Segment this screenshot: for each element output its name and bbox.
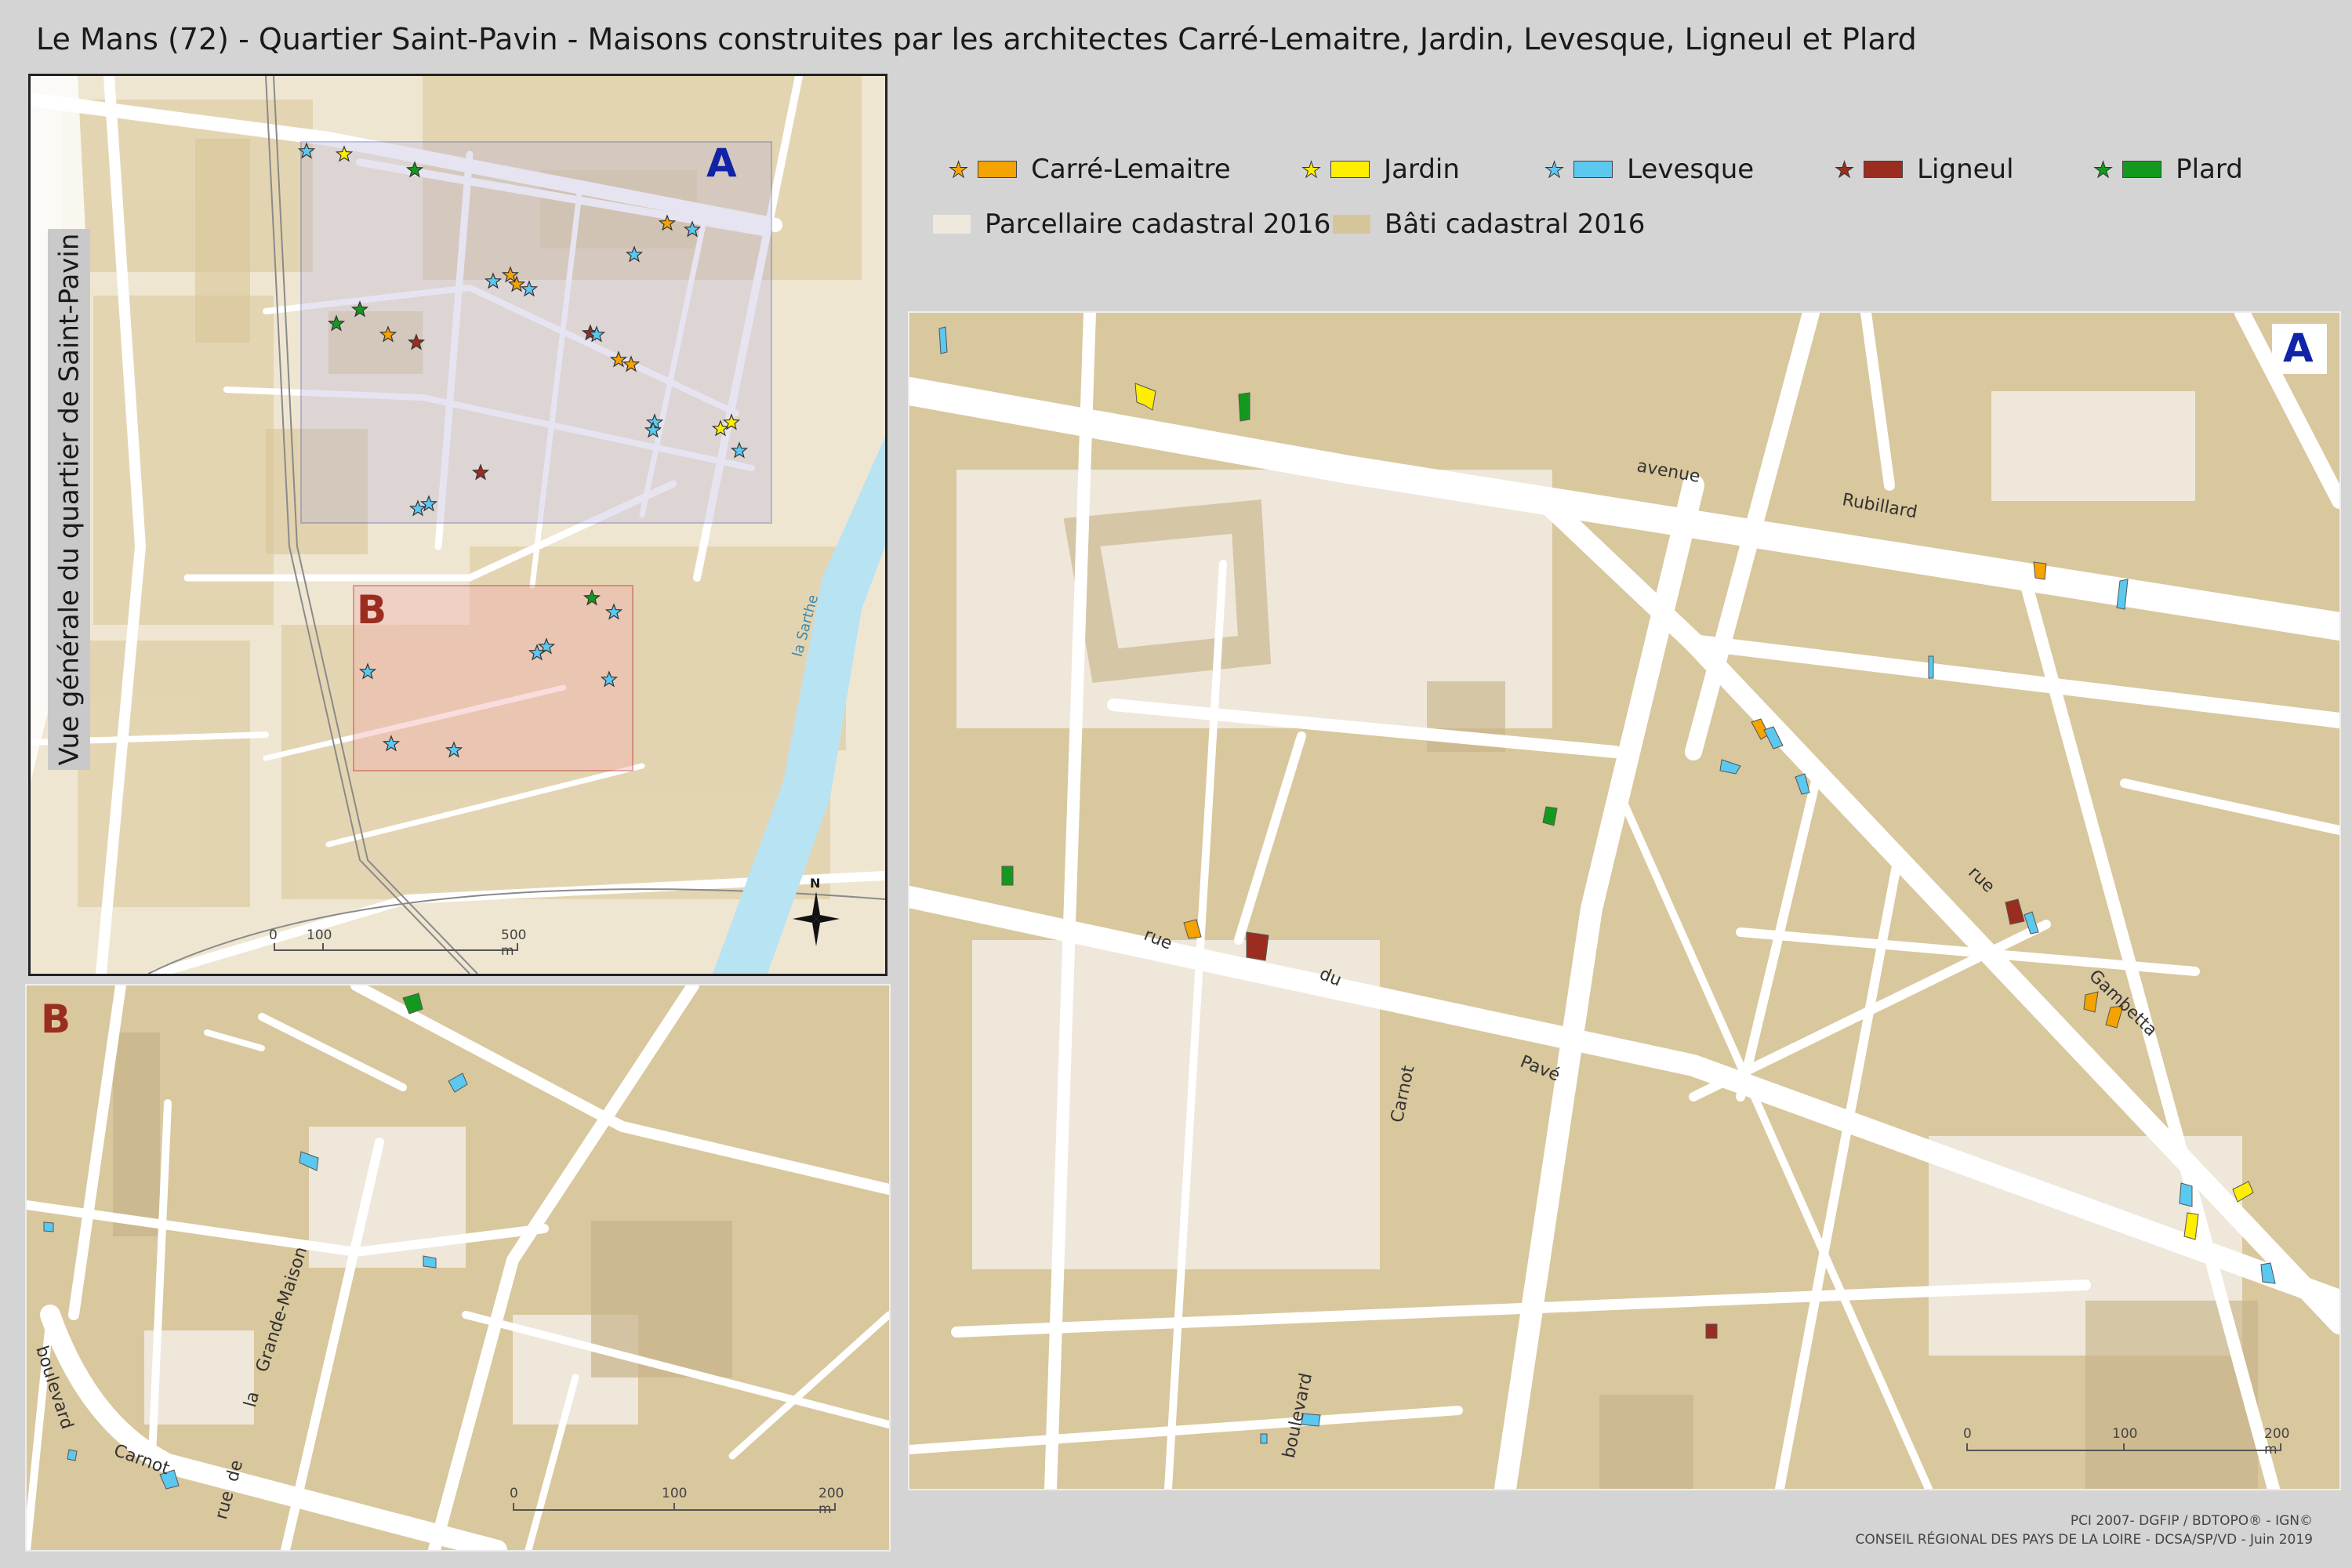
panel-a-scale-0: 0 [1963, 1426, 1972, 1442]
star-icon: ★ [2092, 156, 2114, 183]
panel-b-scale-0: 0 [510, 1486, 518, 1501]
overview-scale-100: 100 [307, 927, 332, 943]
legend-swatch [933, 215, 971, 234]
detail-map-b: B boulevard Carnot rue de la Grande-Mais… [25, 984, 891, 1552]
overview-vertical-label: Vue générale du quartier de Saint-Pavin [48, 229, 90, 770]
north-label: N [810, 876, 821, 891]
legend-swatch [978, 161, 1018, 178]
panel-a-scale-100: 100 [2112, 1426, 2138, 1442]
star-icon: ★ [1301, 156, 1322, 183]
legend-item-levesque: ★ Levesque [1544, 154, 1755, 185]
legend-item-jardin: ★ Jardin [1301, 154, 1460, 185]
legend-swatch [1864, 161, 1904, 178]
map-title: Le Mans (72) - Quartier Saint-Pavin - Ma… [36, 22, 1917, 56]
legend-swatch [1330, 161, 1370, 178]
legend-item-bati: Bâti cadastral 2016 [1333, 209, 1645, 240]
legend-swatch [2122, 161, 2162, 178]
overview-scale-0: 0 [269, 927, 278, 943]
legend-item-ligneul: ★ Ligneul [1834, 154, 2014, 185]
overview-scale-500: 500 m [501, 927, 527, 959]
legend-item-parcellaire: Parcellaire cadastral 2016 [933, 209, 1330, 240]
legend-swatch [1333, 215, 1370, 234]
star-icon: ★ [1544, 156, 1565, 183]
credit-line-2: CONSEIL RÉGIONAL DES PAYS DE LA LOIRE - … [1855, 1532, 2313, 1548]
legend: ★ Carré-Lemaitre ★ Jardin ★ Levesque ★ L… [933, 149, 2328, 259]
panel-a-letter: A [2283, 325, 2314, 371]
star-icon: ★ [1834, 156, 1855, 183]
overview-box-a-letter: A [706, 140, 737, 186]
panel-b-scale-200: 200 m [818, 1486, 844, 1517]
panel-a-letter-box: A [2272, 324, 2327, 374]
map-credits: PCI 2007- DGFIP / BDTOPO® - IGN© CONSEIL… [1855, 1512, 2313, 1549]
panel-b-scale-100: 100 [662, 1486, 688, 1501]
legend-item-carre-lemaitre: ★ Carré-Lemaitre [948, 154, 1231, 185]
detail-map-a: A avenue Rubillard rue Gambetta rue du P… [908, 311, 2341, 1490]
credit-line-1: PCI 2007- DGFIP / BDTOPO® - IGN© [2070, 1513, 2313, 1529]
overview-box-b-letter: B [357, 587, 387, 633]
legend-item-plard: ★ Plard [2092, 154, 2243, 185]
star-icon: ★ [948, 156, 969, 183]
legend-swatch [1573, 161, 1613, 178]
panel-b-letter: B [41, 996, 71, 1042]
panel-a-scale-200: 200 m [2264, 1426, 2290, 1457]
overview-map: Vue générale du quartier de Saint-Pavin … [28, 74, 887, 976]
north-arrow: N [793, 876, 840, 946]
